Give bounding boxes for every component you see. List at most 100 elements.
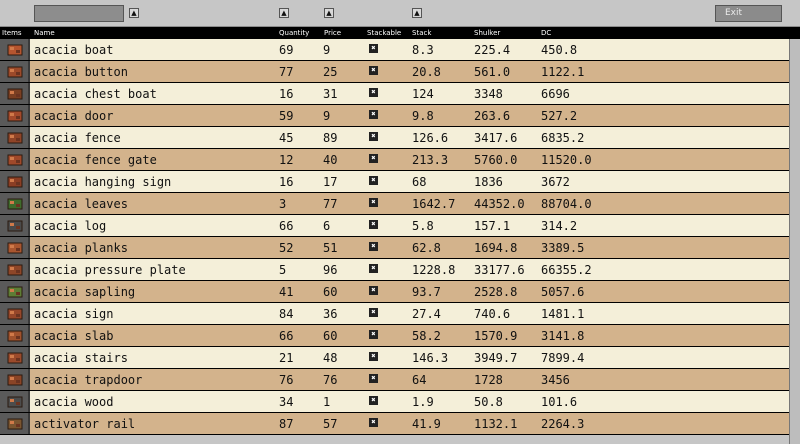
sort-price-button[interactable]: ▲ [324, 8, 334, 18]
boat-icon [7, 44, 23, 56]
table-row[interactable]: acacia pressure plate 5 96 ✖ 1228.8 33177.6 66… [0, 259, 800, 281]
stackable-checkbox[interactable]: ✖ [369, 242, 378, 251]
scrollbar[interactable] [789, 39, 800, 444]
table-row[interactable]: acacia leaves 3 77 ✖ 1642.7 44352.0 88704.0 [0, 193, 800, 215]
item-name: acacia wood [34, 395, 114, 409]
stackable-checkbox[interactable]: ✖ [369, 88, 378, 97]
item-shulker: 1570.9 [474, 329, 518, 343]
item-dc: 101.6 [541, 395, 578, 409]
stackable-checkbox[interactable]: ✖ [369, 110, 378, 119]
item-shulker: 44352.0 [474, 197, 525, 211]
stackable-checkbox[interactable]: ✖ [369, 176, 378, 185]
stackable-checkbox[interactable]: ✖ [369, 374, 378, 383]
item-stack: 146.3 [412, 351, 449, 365]
sort-stack-button[interactable]: ▲ [412, 8, 422, 18]
item-name: acacia fence gate [34, 153, 157, 167]
item-stack: 1.9 [412, 395, 434, 409]
item-name: acacia hanging sign [34, 175, 172, 189]
item-quantity: 12 [279, 153, 294, 167]
stackable-checkbox[interactable]: ✖ [369, 220, 378, 229]
item-name: acacia button [34, 65, 128, 79]
table-row[interactable]: acacia sign 84 36 ✖ 27.4 740.6 1481.1 [0, 303, 800, 325]
item-quantity: 21 [279, 351, 294, 365]
stackable-checkbox[interactable]: ✖ [369, 330, 378, 339]
item-name: acacia pressure plate [34, 263, 186, 277]
table-row[interactable]: acacia fence gate 12 40 ✖ 213.3 5760.0 11520.0 [0, 149, 800, 171]
stackable-checkbox[interactable]: ✖ [369, 132, 378, 141]
item-icon-cell [0, 413, 30, 434]
table-row[interactable]: acacia stairs 21 48 ✖ 146.3 3949.7 7899.4 [0, 347, 800, 369]
button-icon [7, 66, 23, 78]
trapdoor-icon [7, 374, 23, 386]
stackable-checkbox[interactable]: ✖ [369, 66, 378, 75]
item-dc: 527.2 [541, 109, 578, 123]
table-row[interactable]: acacia log 66 6 ✖ 5.8 157.1 314.2 [0, 215, 800, 237]
item-price: 1 [323, 395, 331, 409]
planks-icon [7, 242, 23, 254]
slab-icon [7, 330, 23, 342]
table-row[interactable]: acacia boat 69 9 ✖ 8.3 225.4 450.8 [0, 39, 800, 61]
stackable-checkbox[interactable]: ✖ [369, 418, 378, 427]
item-shulker: 1694.8 [474, 241, 518, 255]
table-row[interactable]: acacia slab 66 60 ✖ 58.2 1570.9 3141.8 [0, 325, 800, 347]
item-price: 76 [323, 373, 338, 387]
pressure-plate-icon [7, 264, 23, 276]
item-stack: 68 [412, 175, 427, 189]
item-stack: 5.8 [412, 219, 434, 233]
item-name: acacia leaves [34, 197, 128, 211]
item-price: 25 [323, 65, 338, 79]
item-quantity: 69 [279, 43, 294, 57]
search-input[interactable] [34, 5, 124, 22]
table-row[interactable]: acacia sapling 41 60 ✖ 93.7 2528.8 5057.6 [0, 281, 800, 303]
hanging-sign-icon [7, 176, 23, 188]
stackable-checkbox[interactable]: ✖ [369, 154, 378, 163]
item-name: acacia fence [34, 131, 121, 145]
table-row[interactable]: acacia trapdoor 76 76 ✖ 64 1728 3456 [0, 369, 800, 391]
stackable-checkbox[interactable]: ✖ [369, 352, 378, 361]
item-stack: 1228.8 [412, 263, 456, 277]
item-price: 60 [323, 329, 338, 343]
item-shulker: 1728 [474, 373, 503, 387]
item-name: acacia stairs [34, 351, 128, 365]
item-price: 77 [323, 197, 338, 211]
sort-name-button[interactable]: ▲ [129, 8, 139, 18]
stackable-checkbox[interactable]: ✖ [369, 396, 378, 405]
item-name: acacia sign [34, 307, 114, 321]
item-name: acacia slab [34, 329, 114, 343]
stackable-checkbox[interactable]: ✖ [369, 308, 378, 317]
item-price: 57 [323, 417, 338, 431]
stackable-checkbox[interactable]: ✖ [369, 264, 378, 273]
item-shulker: 3949.7 [474, 351, 518, 365]
item-icon-cell [0, 237, 30, 258]
item-name: acacia trapdoor [34, 373, 143, 387]
stackable-checkbox[interactable]: ✖ [369, 44, 378, 53]
item-shulker: 33177.6 [474, 263, 525, 277]
table-row[interactable]: acacia chest boat 16 31 ✖ 124 3348 6696 [0, 83, 800, 105]
item-price: 51 [323, 241, 338, 255]
table-row[interactable]: acacia door 59 9 ✖ 9.8 263.6 527.2 [0, 105, 800, 127]
item-name: acacia sapling [34, 285, 136, 299]
stackable-checkbox[interactable]: ✖ [369, 198, 378, 207]
table-row[interactable]: activator rail 87 57 ✖ 41.9 1132.1 2264.3 [0, 413, 800, 435]
table-row[interactable]: acacia planks 52 51 ✖ 62.8 1694.8 3389.5 [0, 237, 800, 259]
stackable-checkbox[interactable]: ✖ [369, 286, 378, 295]
item-dc: 7899.4 [541, 351, 585, 365]
table-row[interactable]: acacia hanging sign 16 17 ✖ 68 1836 3672 [0, 171, 800, 193]
item-stack: 8.3 [412, 43, 434, 57]
table-row[interactable]: acacia button 77 25 ✖ 20.8 561.0 1122.1 [0, 61, 800, 83]
door-icon [7, 110, 23, 122]
item-name: acacia boat [34, 43, 114, 57]
item-shulker: 5760.0 [474, 153, 518, 167]
table-row[interactable]: acacia wood 34 1 ✖ 1.9 50.8 101.6 [0, 391, 800, 413]
item-quantity: 66 [279, 329, 294, 343]
header-shulker: Shulker [474, 29, 501, 37]
item-quantity: 16 [279, 175, 294, 189]
item-icon-cell [0, 259, 30, 280]
item-price: 6 [323, 219, 331, 233]
table-row[interactable]: acacia fence 45 89 ✖ 126.6 3417.6 6835.2 [0, 127, 800, 149]
exit-button[interactable]: Exit [715, 5, 782, 22]
sort-quantity-button[interactable]: ▲ [279, 8, 289, 18]
item-shulker: 3348 [474, 87, 503, 101]
items-table: acacia boat 69 9 ✖ 8.3 225.4 450.8 acacia butto… [0, 39, 800, 435]
item-stack: 20.8 [412, 65, 441, 79]
